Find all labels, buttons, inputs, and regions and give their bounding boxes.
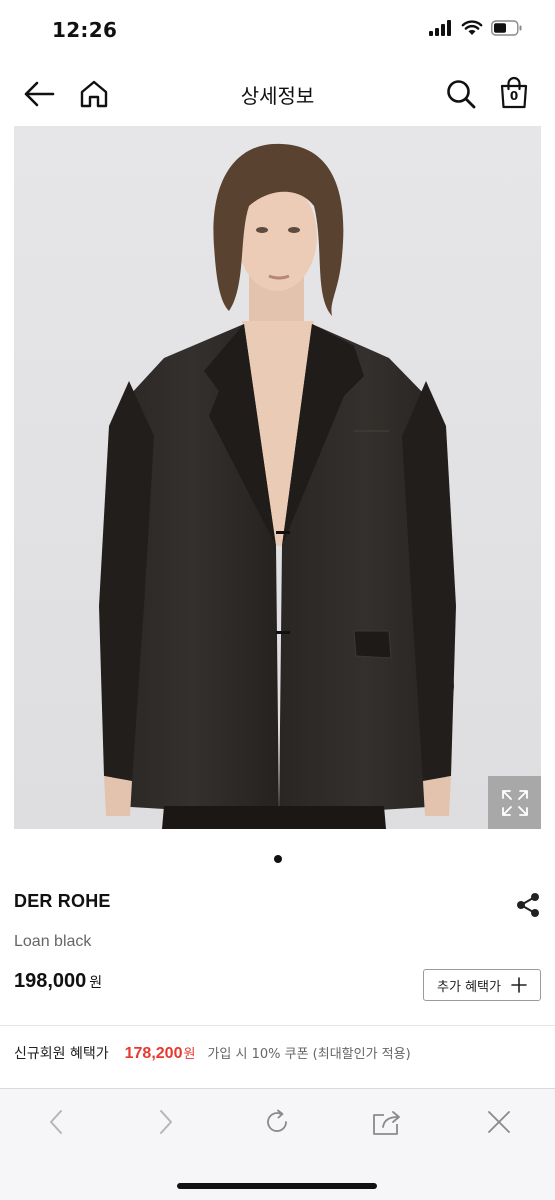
- member-benefit-unit: 원: [183, 1047, 196, 1062]
- chevron-left-icon: [50, 1110, 62, 1134]
- price-unit: 원: [89, 975, 103, 991]
- nav-bar: 상세정보 0: [0, 62, 555, 126]
- pager-dot-active[interactable]: [273, 855, 282, 863]
- member-benefit-price: 178,200: [124, 1045, 183, 1062]
- product-image[interactable]: [14, 126, 541, 829]
- status-bar: 12:26: [0, 0, 555, 62]
- zoom-button[interactable]: [488, 776, 541, 829]
- image-pager: [0, 855, 555, 863]
- signal-icon: [429, 20, 451, 36]
- extra-benefit-label: 추가 혜택가: [437, 979, 501, 995]
- browser-forward-button[interactable]: [146, 1107, 186, 1137]
- home-indicator[interactable]: [177, 1183, 377, 1189]
- status-icons: [429, 20, 523, 36]
- status-time: 12:26: [52, 18, 118, 42]
- expand-icon: [501, 789, 528, 816]
- browser-reload-button[interactable]: [257, 1107, 297, 1137]
- chevron-right-icon: [160, 1110, 172, 1134]
- share-out-icon: [373, 1111, 400, 1135]
- member-benefit-description: 가입 시 10% 쿠폰 (최대할인가 적용): [207, 1047, 411, 1062]
- product-photo: [14, 126, 541, 829]
- battery-icon: [491, 20, 522, 36]
- browser-back-button[interactable]: [36, 1107, 76, 1137]
- product-name: Loan black: [14, 933, 92, 950]
- browser-close-button[interactable]: [479, 1107, 519, 1137]
- extra-benefit-button[interactable]: 추가 혜택가: [423, 969, 541, 1001]
- browser-share-button[interactable]: [367, 1107, 407, 1137]
- share-button[interactable]: [514, 891, 546, 923]
- share-icon: [517, 893, 539, 917]
- divider: [0, 1025, 555, 1026]
- wifi-icon: [461, 20, 483, 35]
- plus-icon: [511, 977, 527, 993]
- price-row: 198,000 원: [14, 970, 102, 993]
- brand-name[interactable]: DER ROHE: [14, 891, 111, 912]
- search-icon: [447, 80, 476, 109]
- product-price: 198,000: [14, 970, 87, 992]
- member-benefit-row: 신규회원 혜택가 178,200 원 가입 시 10% 쿠폰 (최대할인가 적용…: [14, 1043, 411, 1063]
- cart-button[interactable]: 0: [496, 76, 532, 112]
- close-icon: [488, 1111, 510, 1133]
- member-benefit-label: 신규회원 혜택가: [14, 1046, 109, 1062]
- reload-icon: [267, 1109, 287, 1132]
- cart-count-badge: 0: [509, 89, 519, 103]
- search-button[interactable]: [443, 76, 479, 112]
